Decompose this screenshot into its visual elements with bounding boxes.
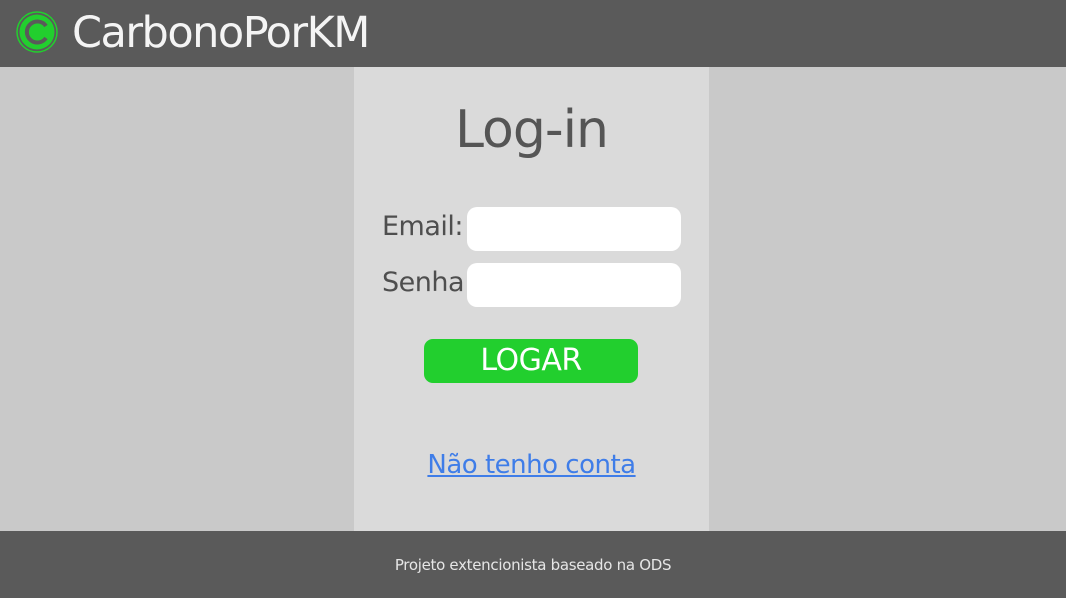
password-label: Senha: — [382, 267, 473, 298]
login-panel: Log-in Email: Senha: LOGAR Não tenho con… — [354, 67, 709, 531]
login-button[interactable]: LOGAR — [424, 339, 638, 383]
no-account-link[interactable]: Não tenho conta — [354, 447, 709, 483]
site-header: CarbonoPorKM — [0, 0, 1066, 67]
email-label: Email: — [382, 211, 464, 242]
carbon-logo-icon[interactable] — [16, 11, 58, 53]
login-title: Log-in — [454, 100, 609, 160]
footer-text: Projeto extencionista baseado na ODS — [394, 556, 672, 574]
password-field[interactable] — [467, 263, 681, 307]
site-footer: Projeto extencionista baseado na ODS — [0, 531, 1066, 598]
email-field[interactable] — [467, 207, 681, 251]
app-title[interactable]: CarbonoPorKM — [72, 6, 370, 61]
